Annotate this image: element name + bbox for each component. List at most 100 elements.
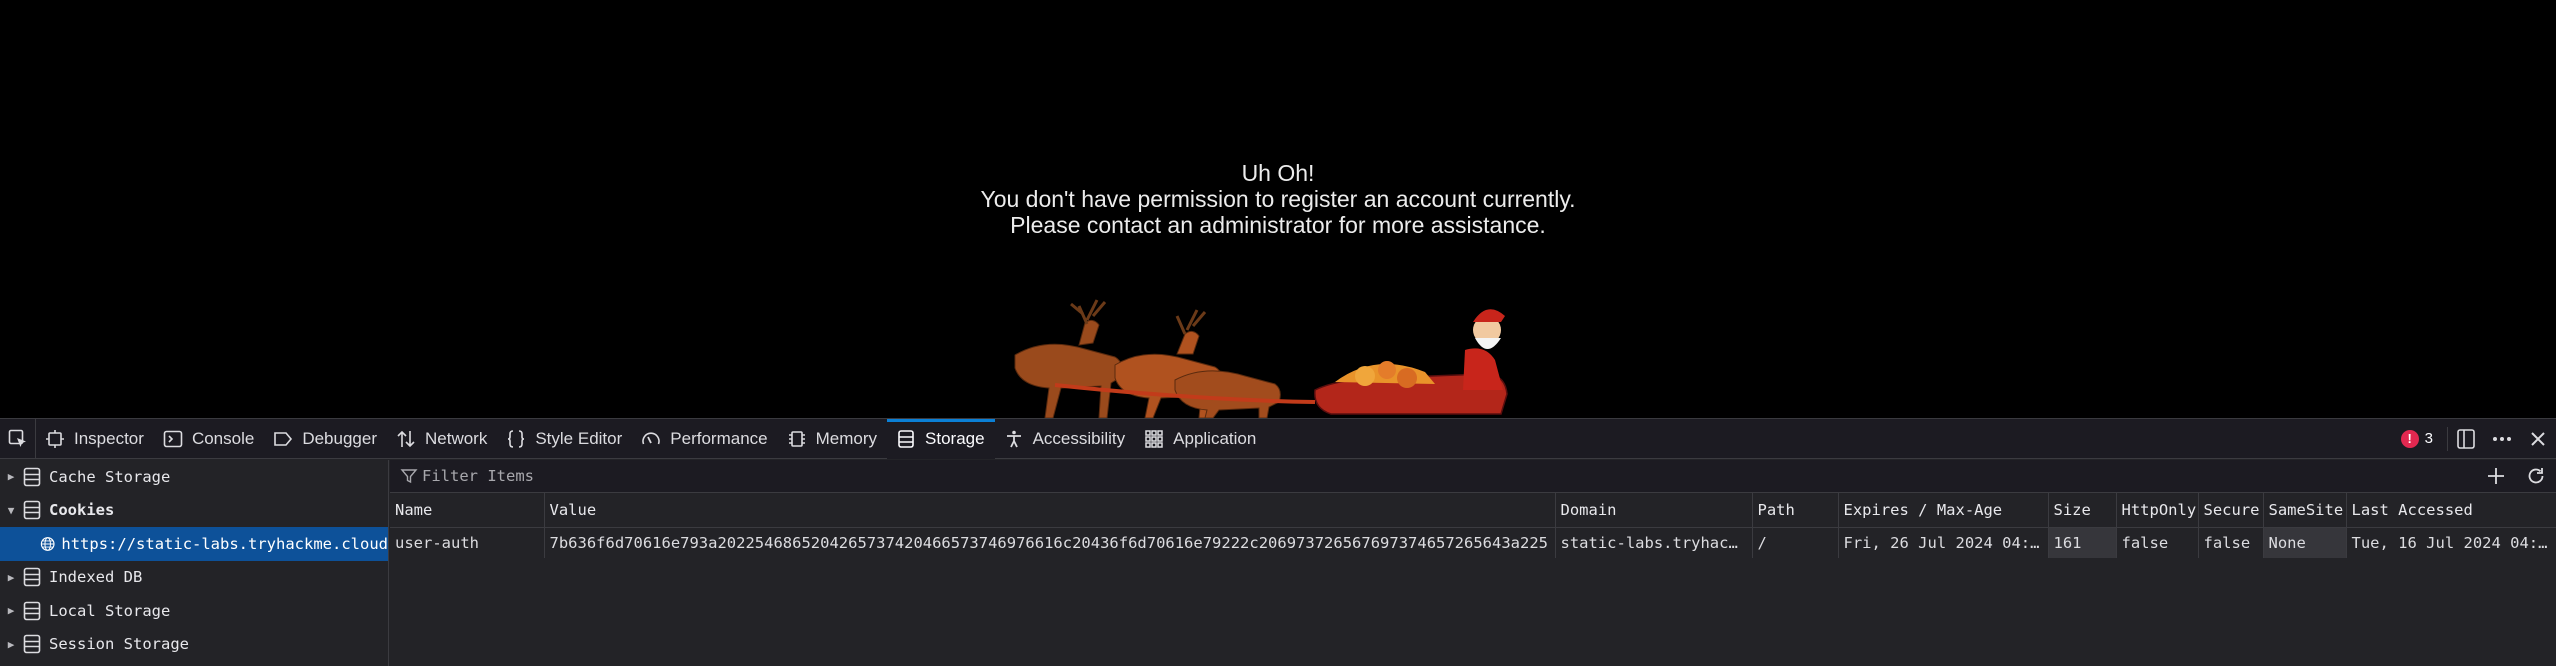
- database-icon: [23, 601, 41, 621]
- tab-inspector-label: Inspector: [74, 428, 144, 448]
- accessibility-icon: [1003, 428, 1025, 450]
- cookie-table: Name Value Domain Path Expires / Max-Age…: [390, 493, 2556, 558]
- tab-console-label: Console: [191, 428, 255, 448]
- tree-item-label: Local Storage: [49, 601, 171, 620]
- add-item-button[interactable]: [2476, 460, 2516, 493]
- style-editor-icon: [505, 428, 527, 450]
- column-header-value[interactable]: Value: [544, 493, 1556, 528]
- element-picker-button[interactable]: [0, 418, 36, 459]
- tree-item-label: Cache Storage: [49, 467, 171, 486]
- tree-item-indexed-db[interactable]: ▶ Indexed DB: [0, 561, 388, 595]
- tab-style-editor[interactable]: Style Editor: [497, 419, 632, 459]
- tree-item-session-storage[interactable]: ▶ Session Storage: [0, 628, 388, 662]
- error-icon: !: [2400, 429, 2419, 448]
- filter-items-input[interactable]: [422, 461, 2476, 491]
- error-message: Uh Oh! You don't have permission to regi…: [0, 160, 2556, 238]
- message-title: Uh Oh!: [1241, 160, 1315, 186]
- application-icon: [1143, 428, 1165, 450]
- close-icon: [2531, 431, 2545, 446]
- tab-performance-label: Performance: [670, 428, 768, 448]
- expand-arrow-icon[interactable]: ▶: [1, 571, 21, 584]
- tab-network-label: Network: [424, 428, 488, 448]
- tree-item-label: Cookies: [49, 501, 115, 520]
- close-devtools-button[interactable]: [2520, 419, 2556, 459]
- inspector-icon: [44, 428, 66, 450]
- cell-value[interactable]: 7b636f6d70616e793a2022546865204265737420…: [544, 527, 1556, 558]
- filter-bar: [390, 460, 2556, 493]
- message-line-1: You don't have permission to register an…: [980, 186, 1576, 212]
- ellipsis-icon: [2493, 436, 2511, 441]
- devtools-toolbar: Inspector Console Debugger Network Style…: [0, 418, 2556, 459]
- refresh-icon: [2528, 468, 2544, 484]
- column-header-size[interactable]: Size: [2048, 493, 2117, 528]
- dock-options-button[interactable]: [2448, 419, 2484, 459]
- column-header-secure[interactable]: Secure: [2198, 493, 2264, 528]
- dock-icon: [2457, 428, 2475, 449]
- tab-accessibility[interactable]: Accessibility: [995, 419, 1136, 459]
- database-icon: [23, 634, 41, 654]
- column-header-domain[interactable]: Domain: [1555, 493, 1753, 528]
- filter-icon: [400, 469, 418, 484]
- expand-arrow-icon[interactable]: ▶: [1, 604, 21, 617]
- memory-icon: [786, 428, 808, 450]
- tab-application-label: Application: [1173, 428, 1257, 448]
- error-count-button[interactable]: ! 3: [2387, 426, 2448, 451]
- refresh-button[interactable]: [2516, 460, 2556, 493]
- tab-accessibility-label: Accessibility: [1032, 428, 1126, 448]
- network-icon: [395, 428, 417, 450]
- web-page-content: Uh Oh! You don't have permission to regi…: [0, 0, 2556, 418]
- globe-icon: [40, 536, 55, 551]
- column-header-last-accessed[interactable]: Last Accessed: [2346, 493, 2556, 528]
- tab-style-editor-label: Style Editor: [535, 428, 623, 448]
- cell-expires[interactable]: Fri, 26 Jul 2024 04:…: [1838, 527, 2049, 558]
- cell-httponly[interactable]: false: [2116, 527, 2199, 558]
- tab-debugger-label: Debugger: [302, 428, 377, 448]
- storage-sidebar: ▶ Cache Storage ▼ Cookies https://static…: [0, 460, 389, 666]
- tree-item-cache-storage[interactable]: ▶ Cache Storage: [0, 460, 388, 494]
- toolbar-right: ! 3: [2387, 419, 2556, 459]
- santa-sleigh-image: [1014, 299, 1508, 418]
- tree-item-cookie-host[interactable]: https://static-labs.tryhackme.cloud: [0, 527, 388, 561]
- column-header-httponly[interactable]: HttpOnly: [2116, 493, 2199, 528]
- more-options-button[interactable]: [2484, 419, 2520, 459]
- cell-name[interactable]: user-auth: [390, 527, 545, 558]
- cell-path[interactable]: /: [1752, 527, 1839, 558]
- tab-debugger[interactable]: Debugger: [264, 419, 387, 459]
- cell-samesite[interactable]: None: [2263, 527, 2347, 558]
- expand-arrow-icon[interactable]: ▶: [1, 470, 21, 483]
- column-header-expires[interactable]: Expires / Max-Age: [1838, 493, 2049, 528]
- storage-icon: [895, 428, 917, 450]
- column-header-name[interactable]: Name: [390, 493, 545, 528]
- tab-performance[interactable]: Performance: [632, 419, 777, 459]
- column-header-samesite[interactable]: SameSite: [2263, 493, 2347, 528]
- debugger-icon: [272, 428, 294, 450]
- error-count: 3: [2424, 430, 2433, 447]
- tab-inspector[interactable]: Inspector: [36, 419, 154, 459]
- tree-item-local-storage[interactable]: ▶ Local Storage: [0, 594, 388, 628]
- plus-icon: [2488, 468, 2504, 484]
- performance-icon: [640, 428, 662, 450]
- tab-memory[interactable]: Memory: [778, 419, 887, 459]
- tree-item-label: Indexed DB: [49, 568, 143, 587]
- expand-arrow-icon[interactable]: ▶: [1, 638, 21, 651]
- cell-secure[interactable]: false: [2198, 527, 2264, 558]
- cell-size[interactable]: 161: [2048, 527, 2117, 558]
- message-line-2: Please contact an administrator for more…: [1010, 212, 1546, 238]
- tab-memory-label: Memory: [815, 428, 878, 448]
- table-row[interactable]: user-auth 7b636f6d70616e793a202254686520…: [390, 527, 2556, 558]
- cookie-table-panel: Name Value Domain Path Expires / Max-Age…: [390, 460, 2556, 666]
- console-icon: [162, 428, 184, 450]
- tab-application[interactable]: Application: [1135, 419, 1266, 459]
- tree-item-cookies[interactable]: ▼ Cookies: [0, 494, 388, 528]
- tab-console[interactable]: Console: [154, 419, 264, 459]
- tree-item-label: https://static-labs.tryhackme.cloud: [61, 534, 388, 553]
- tab-storage[interactable]: Storage: [887, 418, 995, 459]
- database-icon: [23, 500, 41, 520]
- tab-storage-label: Storage: [925, 428, 985, 448]
- cell-domain[interactable]: static-labs.tryhack…: [1555, 527, 1753, 558]
- tree-item-label: Session Storage: [49, 635, 189, 654]
- tab-network[interactable]: Network: [387, 419, 497, 459]
- column-header-path[interactable]: Path: [1752, 493, 1839, 528]
- collapse-arrow-icon[interactable]: ▼: [1, 504, 21, 517]
- cell-last-accessed[interactable]: Tue, 16 Jul 2024 04:…: [2346, 527, 2556, 558]
